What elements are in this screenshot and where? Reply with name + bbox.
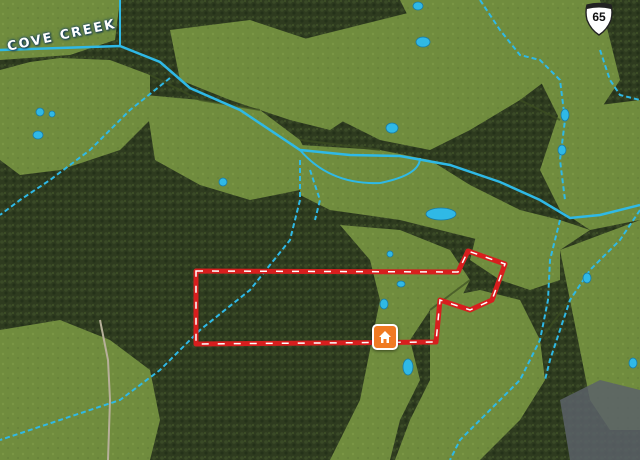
map-imagery [0, 0, 640, 460]
satellite-map[interactable]: COVE CREEK 65 [0, 0, 640, 460]
highway-number: 65 [592, 10, 606, 24]
home-icon [379, 331, 391, 343]
property-home-marker[interactable] [372, 324, 398, 350]
